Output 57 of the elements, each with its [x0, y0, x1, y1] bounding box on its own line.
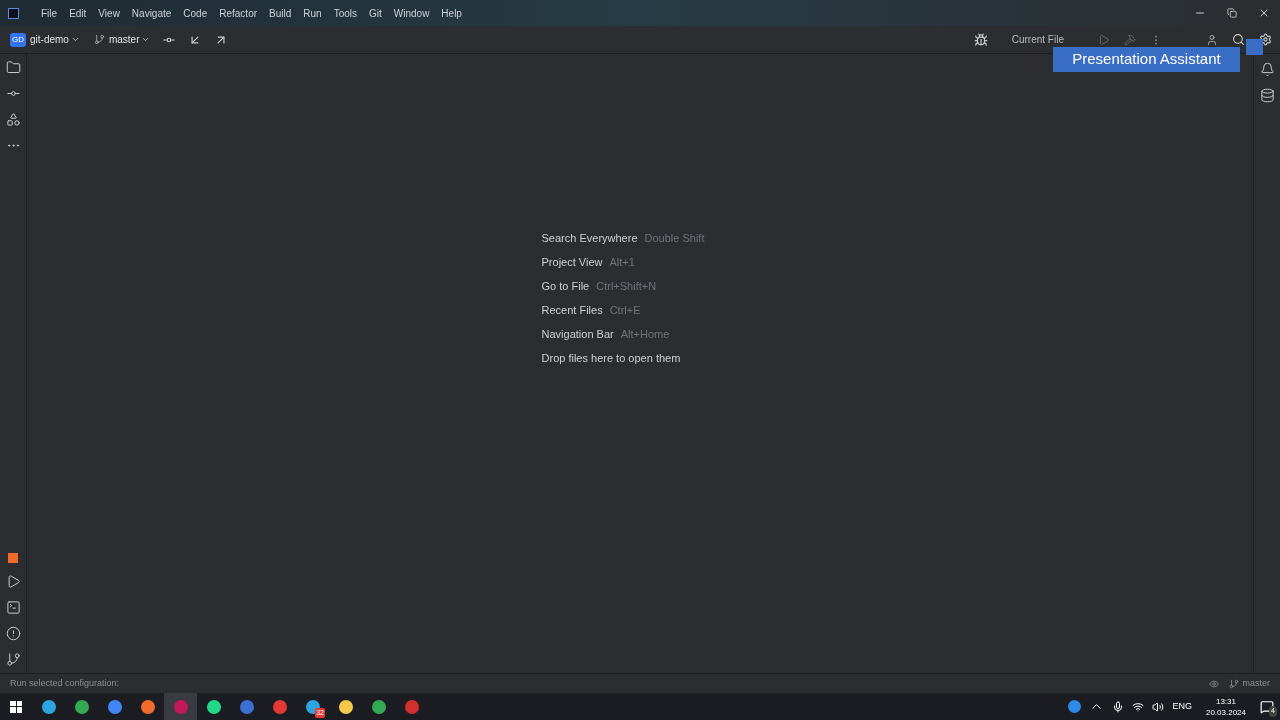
- menu-item[interactable]: Build: [263, 5, 298, 21]
- eye-icon[interactable]: [1209, 678, 1220, 689]
- menu-item[interactable]: View: [92, 5, 126, 21]
- status-branch[interactable]: master: [1242, 676, 1270, 691]
- terminal-icon[interactable]: [5, 600, 21, 615]
- git-icon[interactable]: [5, 652, 21, 667]
- app-logo-icon: [8, 7, 19, 19]
- branch-icon: [1229, 678, 1240, 689]
- hint-action: Navigation Bar: [541, 327, 614, 343]
- hint-shortcut: Alt+1: [609, 255, 635, 271]
- search-icon[interactable]: [1232, 33, 1245, 46]
- notification-icon[interactable]: [1259, 62, 1275, 77]
- project-dropdown[interactable]: git-demo: [30, 32, 80, 47]
- database-icon[interactable]: [1259, 88, 1275, 103]
- menu-item[interactable]: Git: [363, 5, 388, 21]
- menu-item[interactable]: Refactor: [213, 5, 264, 21]
- microphone-icon[interactable]: [1112, 700, 1125, 713]
- clock-time[interactable]: 13:31: [1215, 695, 1236, 707]
- hint-shortcut: Double Shift: [644, 231, 705, 247]
- folder-icon[interactable]: [5, 60, 21, 75]
- hint-action: Drop files here to open them: [541, 351, 681, 367]
- branch-icon: [93, 34, 105, 45]
- project-badge: GD: [10, 32, 26, 47]
- hint-action: Search Everywhere: [541, 231, 638, 247]
- menu-item[interactable]: Help: [435, 5, 468, 21]
- status-message: Run selected configuration:: [10, 676, 120, 690]
- hint-shortcut: Ctrl+E: [609, 303, 641, 319]
- clock-date[interactable]: 20.03.2024: [1205, 706, 1246, 718]
- menu-item[interactable]: Run: [297, 5, 328, 21]
- volume-icon[interactable]: [1152, 700, 1165, 713]
- hint-action: Go to File: [541, 279, 590, 295]
- windows-start-icon[interactable]: [10, 700, 22, 713]
- close-icon[interactable]: [1258, 7, 1270, 19]
- branch-dropdown[interactable]: master: [108, 32, 151, 47]
- menu-item[interactable]: Window: [387, 5, 436, 21]
- menu-item[interactable]: Navigate: [125, 5, 178, 21]
- chevron-down-icon: [70, 35, 80, 44]
- presentation-popup: Presentation Assistant: [1053, 47, 1240, 72]
- language-indicator[interactable]: ENG: [1172, 699, 1192, 714]
- run-config-dropdown[interactable]: Current File: [1011, 32, 1064, 47]
- structure-icon[interactable]: [5, 112, 21, 127]
- hint-action: Recent Files: [541, 303, 603, 319]
- hint-action: Project View: [541, 255, 603, 271]
- wifi-icon[interactable]: [1132, 700, 1145, 713]
- menu-item[interactable]: Tools: [327, 5, 363, 21]
- problems-icon[interactable]: [5, 626, 21, 641]
- settings-icon[interactable]: [1259, 33, 1272, 46]
- restore-icon[interactable]: [1227, 8, 1237, 18]
- menu-item[interactable]: Code: [177, 5, 214, 21]
- account-icon[interactable]: [1206, 33, 1218, 46]
- hint-shortcut: Alt+Home: [620, 327, 670, 343]
- bug-icon[interactable]: [973, 32, 988, 47]
- chevron-down-icon: [141, 35, 151, 44]
- hint-shortcut: Ctrl+Shift+N: [596, 279, 657, 295]
- run-icon[interactable]: [5, 574, 21, 589]
- menu-item[interactable]: Edit: [63, 5, 93, 21]
- menu-item[interactable]: File: [35, 5, 64, 21]
